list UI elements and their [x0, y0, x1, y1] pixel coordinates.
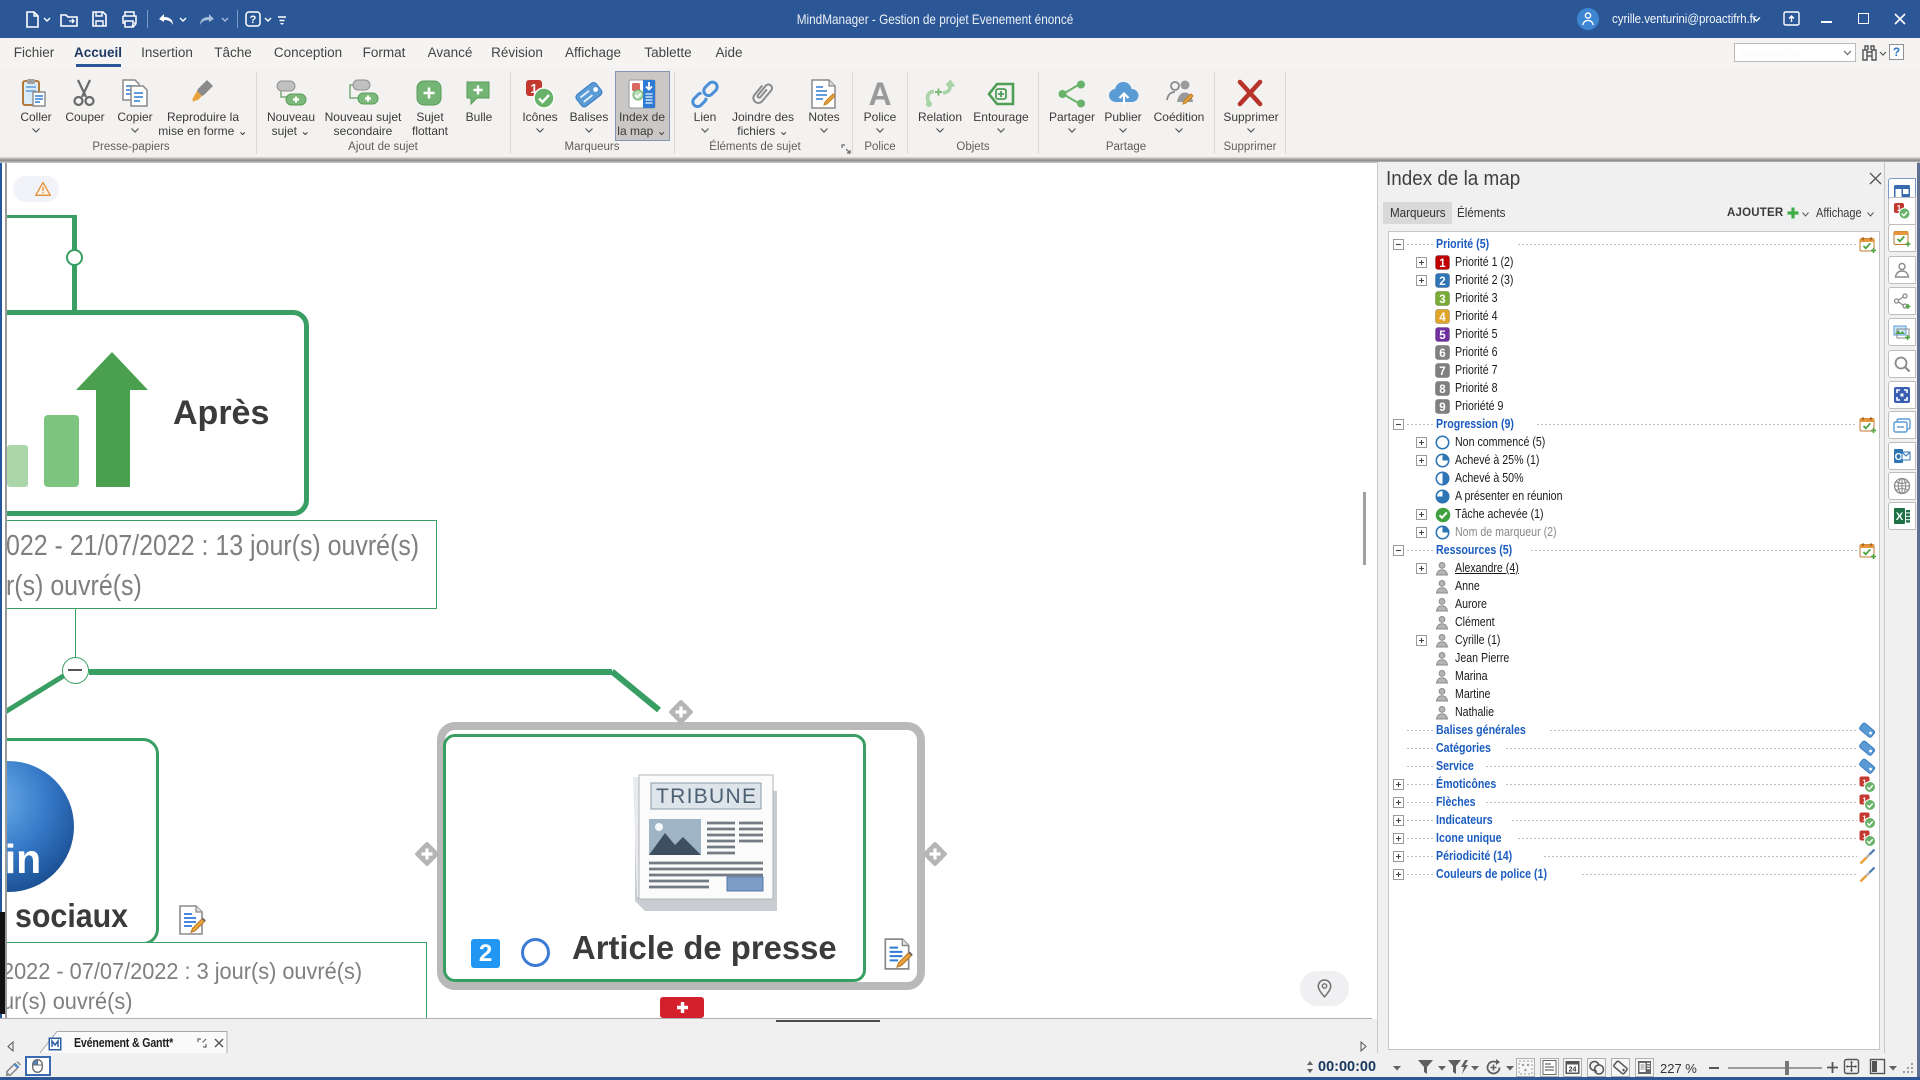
svg-text:9: 9: [1439, 401, 1445, 413]
svg-text:5: 5: [1439, 329, 1446, 341]
svg-text:1: 1: [1439, 257, 1446, 269]
svg-text:7: 7: [1439, 365, 1445, 377]
svg-text:4: 4: [1439, 311, 1446, 323]
svg-text:3: 3: [1439, 293, 1445, 305]
svg-text:6: 6: [1439, 347, 1445, 359]
svg-text:2: 2: [1439, 275, 1445, 287]
svg-text:X: X: [1896, 511, 1904, 523]
svg-text:O: O: [1895, 452, 1903, 463]
svg-text:?: ?: [250, 14, 257, 26]
svg-text:TRIBUNE: TRIBUNE: [656, 785, 756, 808]
svg-text:8: 8: [1439, 383, 1446, 395]
svg-text:A: A: [868, 78, 891, 110]
svg-text:24: 24: [1569, 1067, 1577, 1074]
